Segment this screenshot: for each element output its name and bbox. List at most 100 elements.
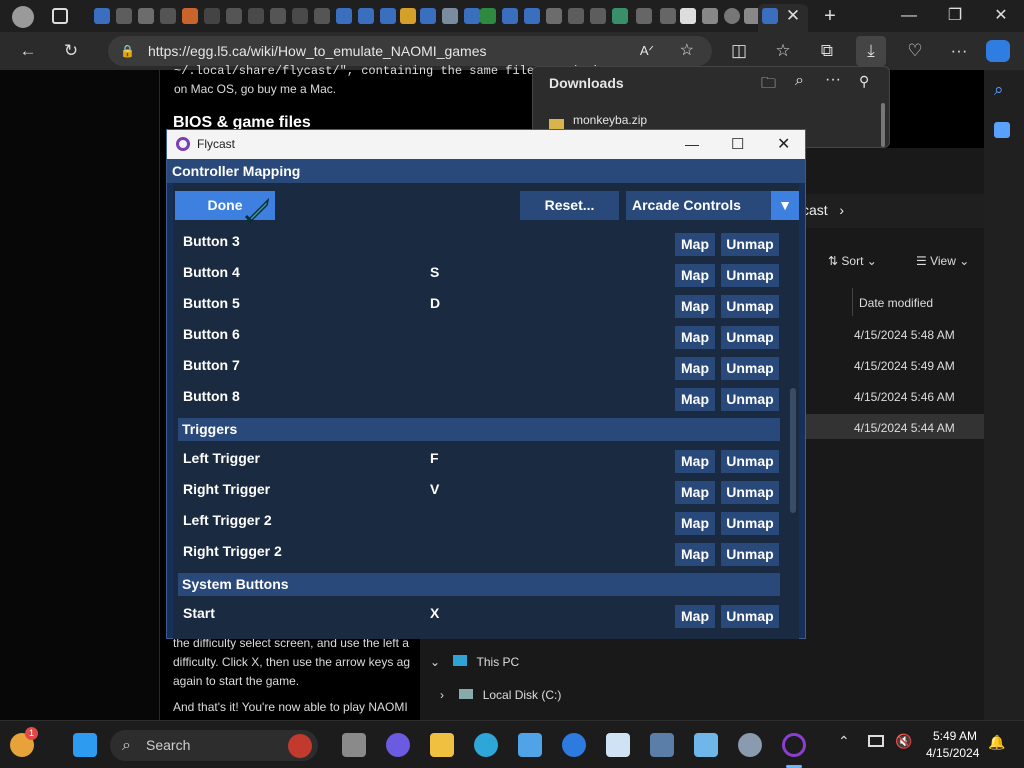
tab-icon[interactable] bbox=[182, 8, 198, 24]
pin-icon[interactable]: ⚲ bbox=[859, 73, 869, 90]
map-button[interactable]: Map bbox=[675, 481, 715, 504]
tab-icon[interactable] bbox=[314, 8, 330, 24]
close-window-icon[interactable]: ✕ bbox=[978, 0, 1024, 32]
performance-icon[interactable]: ♡ bbox=[900, 32, 930, 70]
map-button[interactable]: Map bbox=[675, 233, 715, 256]
file-row[interactable]: 4/15/2024 5:49 AMFile bbox=[854, 359, 1018, 373]
app-icon[interactable] bbox=[650, 733, 674, 757]
favorite-star-icon[interactable]: ☆ bbox=[680, 36, 694, 66]
address-bar[interactable]: 🔒 https://egg.l5.ca/wiki/How_to_emulate_… bbox=[108, 36, 712, 66]
tab-icon[interactable] bbox=[248, 8, 264, 24]
tab-icon[interactable] bbox=[94, 8, 110, 24]
map-button[interactable]: Map bbox=[675, 543, 715, 566]
tab-icon[interactable] bbox=[590, 8, 606, 24]
tab-icon[interactable] bbox=[612, 8, 628, 24]
unmap-button[interactable]: Unmap bbox=[721, 450, 779, 473]
open-folder-icon[interactable]: 🗀 bbox=[761, 73, 776, 98]
tab-icon[interactable] bbox=[420, 8, 436, 24]
split-screen-icon[interactable]: ◫ bbox=[724, 32, 754, 70]
tag-icon[interactable] bbox=[994, 122, 1010, 138]
edge-icon[interactable] bbox=[474, 733, 498, 757]
tab-icon[interactable] bbox=[680, 8, 696, 24]
close-tab-icon[interactable]: ✕ bbox=[778, 0, 808, 35]
meet-icon[interactable] bbox=[386, 733, 410, 757]
tab-icon[interactable] bbox=[464, 8, 480, 24]
chevron-up-icon[interactable]: ⌃ bbox=[838, 733, 850, 750]
map-button[interactable]: Map bbox=[675, 605, 715, 628]
reset-button[interactable]: Reset... bbox=[520, 191, 619, 220]
tab-icon[interactable] bbox=[502, 8, 518, 24]
new-tab-icon[interactable]: + bbox=[815, 0, 845, 35]
maximize-icon[interactable]: ☐ bbox=[731, 130, 744, 159]
map-button[interactable]: Map bbox=[675, 295, 715, 318]
tab-icon[interactable] bbox=[636, 8, 652, 24]
task-view-icon[interactable] bbox=[342, 733, 366, 757]
collections-icon[interactable]: ⧉ bbox=[812, 32, 842, 70]
favorites-icon[interactable]: ☆ bbox=[768, 32, 798, 70]
map-button[interactable]: Map bbox=[675, 357, 715, 380]
tab-icon[interactable] bbox=[442, 8, 458, 24]
view-button[interactable]: ☰ View ⌄ bbox=[916, 254, 969, 268]
app-icon[interactable] bbox=[562, 733, 586, 757]
taskbar-search[interactable]: ⌕ Search bbox=[110, 730, 318, 761]
sort-button[interactable]: ⇅ Sort ⌄ bbox=[828, 254, 877, 268]
unmap-button[interactable]: Unmap bbox=[721, 264, 779, 287]
notification-bell-icon[interactable]: 🔔 bbox=[988, 734, 1005, 751]
unmap-button[interactable]: Unmap bbox=[721, 295, 779, 318]
tab-icon[interactable] bbox=[116, 8, 132, 24]
unmap-button[interactable]: Unmap bbox=[721, 543, 779, 566]
refresh-icon[interactable]: ↻ bbox=[56, 32, 86, 70]
tab-icon[interactable] bbox=[226, 8, 242, 24]
unmap-button[interactable]: Unmap bbox=[721, 481, 779, 504]
tab-icon[interactable] bbox=[270, 8, 286, 24]
map-button[interactable]: Map bbox=[675, 388, 715, 411]
unmap-button[interactable]: Unmap bbox=[721, 326, 779, 349]
clock-date[interactable]: 4/15/2024 bbox=[926, 746, 979, 760]
scrollbar-thumb[interactable] bbox=[790, 388, 796, 513]
copilot-icon[interactable] bbox=[986, 40, 1010, 62]
map-button[interactable]: Map bbox=[675, 512, 715, 535]
tab-icon[interactable] bbox=[358, 8, 374, 24]
search-icon[interactable]: ⌕ bbox=[795, 72, 804, 90]
map-button[interactable]: Map bbox=[675, 326, 715, 349]
tab-icon[interactable] bbox=[702, 8, 718, 24]
tab-icon[interactable] bbox=[160, 8, 176, 24]
tab-icon[interactable] bbox=[400, 8, 416, 24]
column-header-date[interactable]: Date modified bbox=[859, 296, 933, 310]
window-titlebar[interactable]: Flycast — ☐ ✕ bbox=[167, 130, 805, 159]
unmap-button[interactable]: Unmap bbox=[721, 605, 779, 628]
volume-icon[interactable]: 🔇 bbox=[895, 733, 912, 750]
unmap-button[interactable]: Unmap bbox=[721, 357, 779, 380]
notepad-icon[interactable] bbox=[694, 733, 718, 757]
file-row[interactable]: 4/15/2024 5:48 AMFile bbox=[854, 328, 1018, 342]
more-icon[interactable]: ··· bbox=[944, 32, 974, 70]
clock-time[interactable]: 5:49 AM bbox=[933, 729, 977, 743]
unmap-button[interactable]: Unmap bbox=[721, 233, 779, 256]
tab-icon[interactable] bbox=[568, 8, 584, 24]
tab-actions-icon[interactable] bbox=[52, 8, 68, 24]
back-icon[interactable]: ← bbox=[13, 32, 43, 70]
unmap-button[interactable]: Unmap bbox=[721, 388, 779, 411]
file-row[interactable]: 4/15/2024 5:44 AMApp bbox=[854, 421, 1020, 435]
nav-item-this-pc[interactable]: ⌄ This PC bbox=[430, 655, 519, 669]
file-row[interactable]: 4/15/2024 5:46 AMCFG bbox=[854, 390, 1024, 404]
flycast-icon[interactable] bbox=[782, 733, 806, 757]
tab-icon[interactable] bbox=[380, 8, 396, 24]
settings-icon[interactable] bbox=[738, 733, 762, 757]
search-icon[interactable]: ⌕ bbox=[994, 80, 1004, 100]
file-explorer-icon[interactable] bbox=[430, 733, 454, 757]
tab-icon[interactable] bbox=[546, 8, 562, 24]
network-icon[interactable] bbox=[868, 735, 884, 747]
restore-icon[interactable]: ❐ bbox=[932, 0, 978, 32]
scrollbar[interactable] bbox=[881, 103, 885, 147]
minimize-icon[interactable]: — bbox=[886, 0, 932, 32]
tab-icon[interactable] bbox=[336, 8, 352, 24]
tab-icon[interactable] bbox=[138, 8, 154, 24]
profile-icon[interactable] bbox=[12, 6, 34, 28]
tab-icon[interactable] bbox=[480, 8, 496, 24]
virtualbox-icon[interactable] bbox=[606, 733, 630, 757]
map-button[interactable]: Map bbox=[675, 264, 715, 287]
tab-icon[interactable] bbox=[204, 8, 220, 24]
mapping-select[interactable]: Arcade Controls ▼ bbox=[626, 191, 799, 220]
tab-icon[interactable] bbox=[660, 8, 676, 24]
